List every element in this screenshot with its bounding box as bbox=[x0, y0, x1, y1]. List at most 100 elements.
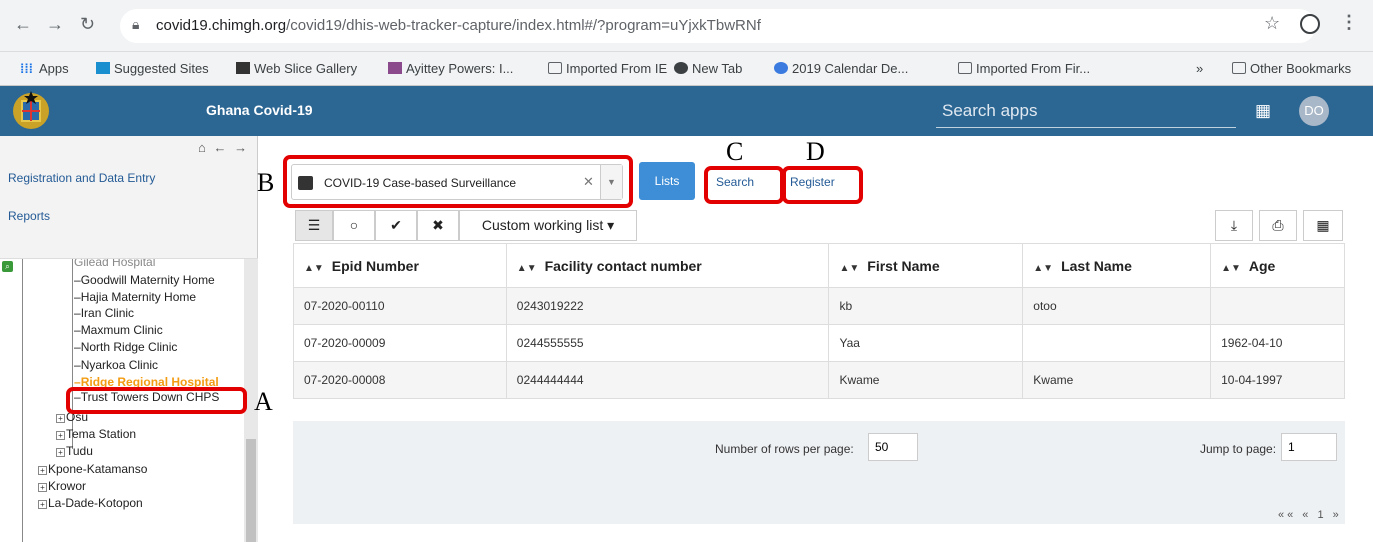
account-icon[interactable] bbox=[1300, 14, 1320, 34]
sort-icon: ▲▼ bbox=[516, 262, 537, 274]
filter-open-icon[interactable]: ○ bbox=[333, 210, 375, 241]
highlight-box-c bbox=[704, 166, 784, 204]
column-header-label: Epid Number bbox=[331, 257, 419, 274]
user-avatar[interactable]: DO bbox=[1299, 96, 1329, 126]
bookmark-apps[interactable]: ⁞⁞⁞ Apps bbox=[20, 61, 69, 76]
columns-icon[interactable]: ▦ bbox=[1303, 210, 1343, 241]
tree-item[interactable]: Gilead Hospital bbox=[74, 259, 155, 269]
bookmark-web-slice[interactable]: Web Slice Gallery bbox=[236, 61, 357, 76]
tree-item-label: La-Dade-Kotopon bbox=[48, 496, 143, 510]
folder-icon bbox=[548, 62, 562, 74]
lists-button[interactable]: Lists bbox=[639, 162, 695, 200]
bookmark-label: Ayittey Powers: I... bbox=[406, 61, 514, 76]
url-host: covid19.chimgh.org bbox=[156, 17, 287, 34]
bookmark-imported-firefox[interactable]: Imported From Fir... bbox=[958, 61, 1090, 76]
tree-scrollbar-thumb[interactable] bbox=[246, 439, 256, 542]
tei-table: ▲▼ Epid Number ▲▼ Facility contact number … bbox=[293, 243, 1345, 399]
tree-item-label: Tudu bbox=[66, 444, 93, 458]
forward-icon[interactable]: → bbox=[46, 14, 64, 35]
tree-item-label: Tema Station bbox=[66, 427, 137, 441]
apps-grid-icon: ⁞⁞⁞ bbox=[20, 61, 33, 76]
table-row[interactable]: 07-2020-00008 0244444444 Kwame Kwame 10-… bbox=[293, 361, 1345, 399]
browser-menu-icon[interactable]: ⋮ bbox=[1340, 12, 1358, 33]
browser-toolbar: ← → ↻ 🔒︎ covid19.chimgh.org/covid19/dhis… bbox=[0, 0, 1373, 52]
folder-icon bbox=[958, 62, 972, 74]
tree-item[interactable]: –Maxmum Clinic bbox=[74, 323, 163, 337]
jump-to-page-label: Jump to page: bbox=[1200, 442, 1277, 456]
download-icon[interactable]: ⤓ bbox=[1215, 210, 1253, 241]
table-cell: 0244555555 bbox=[505, 324, 830, 362]
tree-item[interactable]: + Krowor bbox=[38, 479, 86, 493]
bookmark-imported-ie[interactable]: Imported From IE bbox=[548, 61, 667, 76]
tree-item[interactable]: + La-Dade-Kotopon bbox=[38, 496, 143, 510]
print-icon[interactable]: ⎙ bbox=[1259, 210, 1297, 241]
apps-menu-icon[interactable]: ▦ bbox=[1255, 101, 1271, 121]
column-header[interactable]: ▲▼ Facility contact number bbox=[505, 243, 830, 288]
expand-icon[interactable]: + bbox=[56, 448, 65, 457]
table-row[interactable]: 07-2020-00009 0244555555 Yaa 1962-04-10 bbox=[293, 324, 1345, 362]
table-cell bbox=[1210, 287, 1345, 325]
tree-item[interactable]: + Kpone-Katamanso bbox=[38, 462, 147, 476]
caret-down-icon: ▾ bbox=[607, 217, 615, 233]
search-apps-input[interactable] bbox=[936, 94, 1236, 127]
bookmark-star-icon[interactable]: ☆ bbox=[1264, 13, 1280, 34]
tree-item[interactable]: –Iran Clinic bbox=[74, 306, 134, 320]
expand-icon[interactable]: + bbox=[38, 466, 47, 475]
column-header-label: First Name bbox=[867, 257, 940, 274]
url-path: /covid19/dhis-web-tracker-capture/index.… bbox=[286, 17, 761, 34]
registration-data-entry-link[interactable]: Registration and Data Entry bbox=[8, 171, 155, 185]
expand-icon[interactable]: + bbox=[38, 483, 47, 492]
jump-to-page-input[interactable] bbox=[1281, 433, 1337, 461]
list-view-icon[interactable]: ☰ bbox=[295, 210, 333, 241]
app-header: Ghana Covid-19 ▦ DO bbox=[0, 86, 1373, 136]
table-cell: otoo bbox=[1022, 287, 1212, 325]
bookmark-ayittey[interactable]: Ayittey Powers: I... bbox=[388, 61, 513, 76]
tree-item[interactable]: –Goodwill Maternity Home bbox=[74, 273, 215, 287]
bing-icon bbox=[96, 62, 110, 74]
bookmark-label: New Tab bbox=[692, 61, 743, 76]
reports-link[interactable]: Reports bbox=[8, 209, 50, 223]
filter-completed-icon[interactable]: ✔ bbox=[375, 210, 417, 241]
column-header[interactable]: ▲▼ Epid Number bbox=[293, 243, 507, 288]
app-title: Ghana Covid-19 bbox=[206, 102, 313, 118]
bookmark-other[interactable]: Other Bookmarks bbox=[1232, 61, 1351, 76]
table-row[interactable]: 07-2020-00110 0243019222 kb otoo bbox=[293, 287, 1345, 325]
pagination-nav[interactable]: «« « 1 » bbox=[1278, 509, 1342, 521]
globe-icon bbox=[674, 62, 688, 74]
reload-icon[interactable]: ↻ bbox=[80, 14, 95, 35]
ghana-coat-of-arms-logo bbox=[13, 91, 49, 129]
expand-icon[interactable]: + bbox=[38, 500, 47, 509]
tree-item[interactable]: + Tudu bbox=[56, 444, 93, 458]
column-header[interactable]: ▲▼ First Name bbox=[828, 243, 1024, 288]
expand-icon[interactable]: + bbox=[56, 414, 65, 423]
bookmark-suggested-sites[interactable]: Suggested Sites bbox=[96, 61, 209, 76]
tree-item[interactable]: –Nyarkoa Clinic bbox=[74, 358, 158, 372]
working-list-label: Custom working list bbox=[481, 217, 604, 233]
bookmark-new-tab[interactable]: New Tab bbox=[674, 61, 742, 76]
table-cell: 07-2020-00009 bbox=[293, 324, 507, 362]
rows-per-page-input[interactable] bbox=[868, 433, 918, 461]
highlight-box-b bbox=[283, 155, 633, 208]
column-header-label: Age bbox=[1248, 257, 1276, 274]
address-bar[interactable]: 🔒︎ covid19.chimgh.org/covid19/dhis-web-t… bbox=[120, 9, 1316, 43]
back-icon[interactable]: ← bbox=[14, 14, 32, 35]
tree-item[interactable]: + Tema Station bbox=[56, 427, 136, 441]
tree-item[interactable]: –Hajia Maternity Home bbox=[74, 290, 196, 304]
column-header[interactable]: ▲▼ Last Name bbox=[1022, 243, 1212, 288]
column-header-label: Last Name bbox=[1061, 257, 1132, 274]
filter-cancelled-icon[interactable]: ✖ bbox=[417, 210, 459, 241]
bookmark-calendar[interactable]: 2019 Calendar De... bbox=[774, 61, 908, 76]
tree-item-label: Hajia Maternity Home bbox=[80, 290, 197, 304]
bookmarks-overflow[interactable]: » bbox=[1196, 61, 1203, 76]
bookmark-label: Imported From IE bbox=[566, 61, 668, 76]
column-header[interactable]: ▲▼ Age bbox=[1210, 243, 1345, 288]
lock-icon: 🔒︎ bbox=[132, 16, 140, 32]
tree-item-label: North Ridge Clinic bbox=[80, 340, 178, 354]
search-apps[interactable] bbox=[936, 94, 1236, 128]
tree-search-icon[interactable]: ⌕ bbox=[2, 261, 13, 272]
expand-icon[interactable]: + bbox=[56, 431, 65, 440]
working-list-dropdown[interactable]: Custom working list ▾ bbox=[459, 210, 637, 241]
tree-item[interactable]: –North Ridge Clinic bbox=[74, 340, 177, 354]
sidebar-nav-icons[interactable]: ⌂ ← → bbox=[198, 140, 249, 155]
bookmark-label: Apps bbox=[39, 61, 69, 76]
